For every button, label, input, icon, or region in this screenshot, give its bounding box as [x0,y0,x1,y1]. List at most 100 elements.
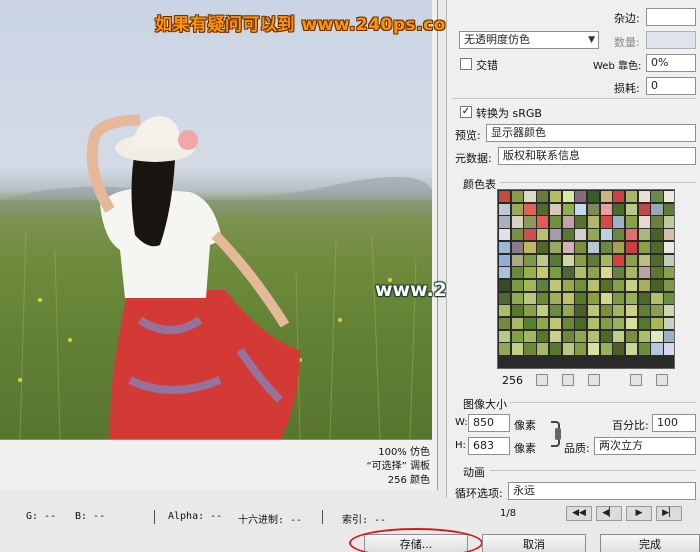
color-swatch[interactable] [587,279,600,292]
color-swatch[interactable] [587,229,600,241]
color-swatch[interactable] [664,343,674,355]
color-swatch[interactable] [562,318,574,330]
color-swatch[interactable] [613,343,625,355]
color-swatch[interactable] [600,343,612,355]
height-field[interactable]: 683 [468,437,510,455]
color-swatch[interactable] [664,267,674,279]
color-swatch[interactable] [511,292,523,304]
eyedropper-icon[interactable] [536,374,548,386]
color-swatch[interactable] [613,241,625,253]
color-swatch[interactable] [651,254,663,266]
interlaced-checkbox[interactable] [460,58,472,70]
color-swatch[interactable] [664,229,674,241]
color-swatch[interactable] [638,305,650,317]
color-swatch[interactable] [600,267,612,279]
color-swatch[interactable] [549,241,561,253]
color-swatch[interactable] [499,241,511,253]
color-swatch[interactable] [499,216,511,228]
color-swatch[interactable] [549,229,561,241]
color-swatch[interactable] [537,241,549,253]
color-swatch[interactable] [664,279,674,292]
color-swatch[interactable] [651,216,663,228]
color-swatch[interactable] [613,229,625,241]
color-swatch[interactable] [651,241,663,253]
color-swatch[interactable] [587,305,600,317]
color-swatch[interactable] [511,241,523,253]
color-swatch[interactable] [562,229,574,241]
first-frame-icon[interactable]: ◀◀ [566,506,592,521]
color-swatch[interactable] [638,330,650,342]
color-swatch[interactable] [587,191,600,203]
color-swatch[interactable] [651,203,663,215]
color-swatch[interactable] [524,318,536,330]
color-swatch[interactable] [613,267,625,279]
color-swatch[interactable] [524,343,536,355]
width-field[interactable]: 850 [468,414,510,432]
color-swatch[interactable] [549,279,561,292]
color-swatch[interactable] [562,305,574,317]
color-swatch[interactable] [664,305,674,317]
color-swatch[interactable] [562,254,574,266]
color-swatch[interactable] [511,254,523,266]
color-swatch[interactable] [651,229,663,241]
loop-options-select[interactable]: 永远 [508,482,696,500]
color-swatch[interactable] [638,254,650,266]
color-swatch[interactable] [587,343,600,355]
color-swatch[interactable] [549,318,561,330]
color-swatch[interactable] [575,216,587,228]
color-swatch[interactable] [575,330,587,342]
color-swatch[interactable] [638,343,650,355]
color-swatch[interactable] [562,267,574,279]
color-swatch[interactable] [651,318,663,330]
color-swatch[interactable] [626,254,638,266]
color-swatch[interactable] [499,279,511,292]
color-swatch[interactable] [575,318,587,330]
color-swatch[interactable] [537,279,549,292]
color-swatch[interactable] [613,216,625,228]
color-swatch[interactable] [613,292,625,304]
color-swatch[interactable] [511,216,523,228]
color-swatch[interactable] [613,279,625,292]
color-swatch[interactable] [524,229,536,241]
color-swatch[interactable] [575,229,587,241]
color-swatch[interactable] [626,292,638,304]
color-swatch[interactable] [524,292,536,304]
color-swatch[interactable] [587,241,600,253]
color-swatch[interactable] [537,305,549,317]
color-swatch[interactable] [664,216,674,228]
color-swatch[interactable] [499,229,511,241]
color-swatch[interactable] [499,203,511,215]
color-swatch[interactable] [651,292,663,304]
color-swatch[interactable] [600,292,612,304]
color-swatch[interactable] [524,267,536,279]
color-swatch[interactable] [511,267,523,279]
color-swatch[interactable] [562,330,574,342]
metadata-select[interactable]: 版权和联系信息 [498,147,696,165]
color-swatch[interactable] [651,267,663,279]
quality-select[interactable]: 两次立方 [594,437,696,455]
color-swatch[interactable] [549,216,561,228]
web-snap-field[interactable]: 0% [646,54,696,72]
color-swatch[interactable] [638,229,650,241]
play-icon[interactable]: ▶ [626,506,652,521]
color-swatch[interactable] [600,203,612,215]
color-table-grid[interactable] [497,189,675,369]
color-swatch[interactable] [511,318,523,330]
color-swatch[interactable] [587,267,600,279]
color-swatch[interactable] [499,254,511,266]
color-swatch[interactable] [575,292,587,304]
color-swatch[interactable] [537,267,549,279]
color-swatch[interactable] [537,343,549,355]
color-swatch[interactable] [626,267,638,279]
color-swatch[interactable] [511,305,523,317]
color-swatch[interactable] [613,305,625,317]
color-swatch[interactable] [600,254,612,266]
color-swatch[interactable] [638,241,650,253]
trash-icon[interactable] [656,374,668,386]
color-swatch[interactable] [613,203,625,215]
color-swatch[interactable] [562,241,574,253]
amount-field[interactable] [646,31,696,49]
color-swatch[interactable] [511,203,523,215]
color-swatch[interactable] [549,267,561,279]
color-swatch[interactable] [587,318,600,330]
